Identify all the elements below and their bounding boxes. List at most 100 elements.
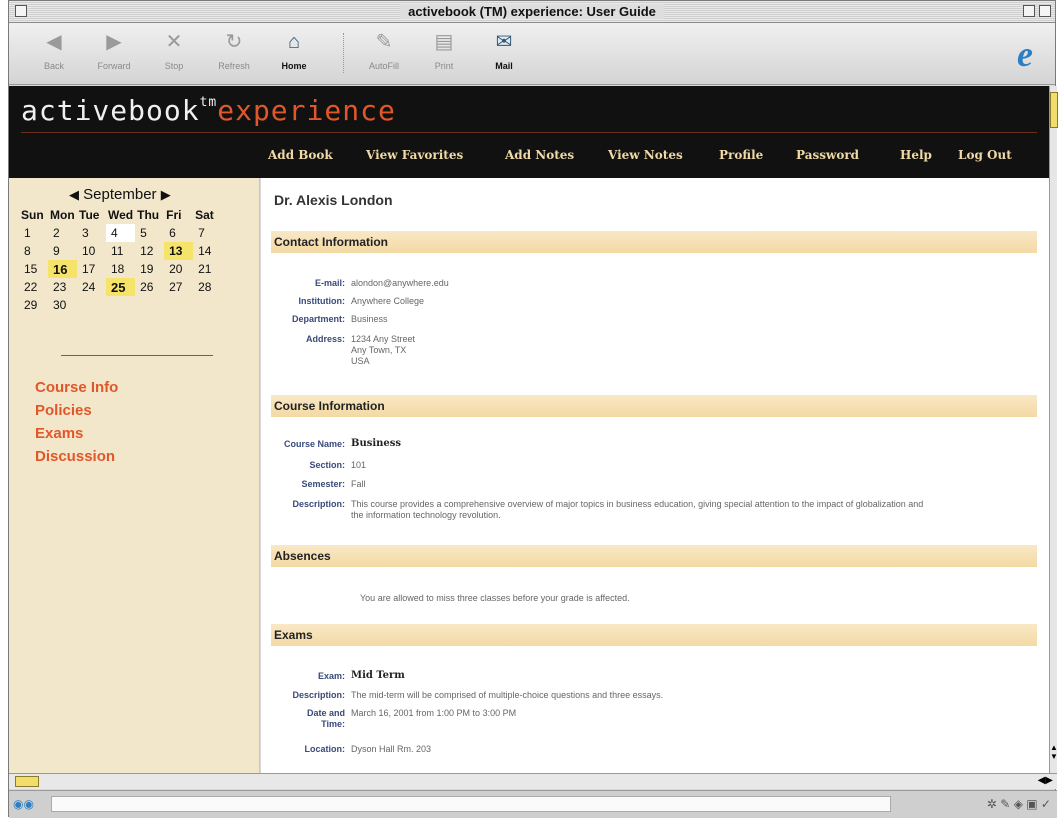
sidebar-link-policies[interactable]: Policies [35, 399, 118, 422]
calendar-day[interactable]: 30 [48, 296, 77, 314]
autofill-button[interactable]: ✎ AutoFill [355, 29, 413, 79]
refresh-button[interactable]: ↻ Refresh [205, 29, 263, 79]
forward-button[interactable]: ▶ Forward [85, 29, 143, 79]
site-header: activebooktmexperience Add Book View Fav… [9, 86, 1049, 178]
vertical-scroll-thumb[interactable] [1050, 92, 1058, 128]
calendar-day[interactable]: 25 [106, 278, 136, 296]
status-bar: ◉◉ ✲ ✎ ◈ ▣ ✓ [9, 790, 1057, 818]
title-bar[interactable]: activebook (TM) experience: User Guide [9, 1, 1055, 23]
nav-add-book[interactable]: Add Book [268, 148, 333, 162]
calendar-empty-cell [193, 296, 222, 314]
nav-profile[interactable]: Profile [719, 148, 763, 162]
calendar-day[interactable]: 4 [106, 224, 136, 242]
calendar-day[interactable]: 12 [135, 242, 164, 260]
calendar-weekday: Thu [137, 208, 160, 222]
calendar-day[interactable]: 7 [193, 224, 222, 242]
prev-month-icon[interactable]: ◀ [69, 187, 79, 202]
calendar-day[interactable]: 14 [193, 242, 222, 260]
calendar-day[interactable]: 3 [77, 224, 106, 242]
email-link[interactable]: alondon@anywhere.edu [351, 278, 449, 289]
calendar-day[interactable]: 24 [77, 278, 106, 296]
calendar-weekday: Mon [50, 208, 75, 222]
next-month-icon[interactable]: ▶ [161, 187, 171, 202]
calendar-day[interactable]: 17 [77, 260, 106, 278]
calendar-weekday: Sun [21, 208, 44, 222]
address-row: Address: 1234 Any Street Any Town, TX US… [305, 334, 416, 366]
browser-logo-icon: e [1017, 34, 1033, 74]
network-activity-icon: ◉◉ [13, 797, 34, 811]
calendar-day[interactable]: 19 [135, 260, 164, 278]
print-button[interactable]: ▤ Print [415, 29, 473, 79]
sidebar-link-discussion[interactable]: Discussion [35, 445, 118, 468]
calendar-day[interactable]: 29 [19, 296, 48, 314]
browser-window: activebook (TM) experience: User Guide ◀… [8, 0, 1058, 818]
home-button[interactable]: ⌂ Home [265, 29, 323, 79]
nav-view-notes[interactable]: View Notes [608, 148, 683, 162]
browser-toolbar: ◀ Back ▶ Forward ✕ Stop ↻ Refresh ⌂ Home… [9, 23, 1055, 85]
calendar-empty-cell [164, 296, 193, 314]
vertical-scrollbar[interactable]: ▲ ▼ [1049, 86, 1058, 773]
calendar-day[interactable]: 9 [48, 242, 77, 260]
absences-text: You are allowed to miss three classes be… [360, 593, 630, 603]
nav-help[interactable]: Help [900, 148, 932, 162]
exam-datetime-row: Date and Time: March 16, 2001 from 1:00 … [306, 708, 517, 729]
calendar-week: 29 30 [19, 296, 222, 314]
calendar-day[interactable]: 2 [48, 224, 77, 242]
horizontal-scroll-thumb[interactable] [15, 776, 39, 787]
calendar-weekdays: Sun Mon Tue Wed Thu Fri Sat [19, 206, 222, 224]
stop-button[interactable]: ✕ Stop [145, 29, 203, 79]
nav-add-notes[interactable]: Add Notes [505, 148, 574, 162]
section-row: Section: 101 [309, 460, 367, 470]
calendar-day[interactable]: 8 [19, 242, 48, 260]
toolbar-separator [343, 33, 344, 73]
autofill-icon: ✎ [375, 31, 393, 53]
calendar: Sun Mon Tue Wed Thu Fri Sat 1 2 3 4 5 6 7 8 9 10 11 12 13 1… [19, 206, 222, 314]
calendar-day[interactable]: 21 [193, 260, 222, 278]
calendar-day[interactable]: 5 [135, 224, 164, 242]
nav-view-favorites[interactable]: View Favorites [366, 148, 463, 162]
calendar-day[interactable]: 20 [164, 260, 193, 278]
horizontal-scrollbar[interactable]: ◀▶ [9, 773, 1057, 789]
absences-section-header: Absences [271, 545, 1037, 567]
calendar-day[interactable]: 1 [19, 224, 48, 242]
sidebar-links: Course Info Policies Exams Discussion [35, 376, 118, 468]
exam-row: Exam: Mid Term [317, 670, 405, 681]
sidebar-link-exams[interactable]: Exams [35, 422, 118, 445]
calendar-month: September [83, 186, 157, 203]
calendar-day[interactable]: 11 [106, 242, 135, 260]
zoom-box[interactable] [1023, 5, 1035, 17]
window-title: activebook (TM) experience: User Guide [9, 4, 1055, 19]
refresh-icon: ↻ [225, 31, 243, 53]
calendar-day[interactable]: 26 [135, 278, 164, 296]
collapse-box[interactable] [1039, 5, 1051, 17]
calendar-day[interactable]: 18 [106, 260, 135, 278]
calendar-day[interactable]: 13 [164, 242, 194, 260]
calendar-empty-cell [77, 296, 106, 314]
calendar-week: 1234567 [19, 224, 222, 242]
calendar-day[interactable]: 10 [77, 242, 106, 260]
home-icon: ⌂ [287, 31, 301, 53]
sidebar-link-course-info[interactable]: Course Info [35, 376, 118, 399]
print-icon: ▤ [434, 31, 454, 53]
course-name-row: Course Name: Business [283, 438, 402, 449]
nav-password[interactable]: Password [796, 148, 859, 162]
calendar-day[interactable]: 28 [193, 278, 222, 296]
calendar-days: 1 2 3 4 5 6 7 8 9 10 11 12 13 14 15 16 17 18 19 20 21 22 23 24 2… [19, 224, 222, 314]
site-logo[interactable]: activebooktmexperience [21, 94, 396, 127]
exam-location-row: Location: Dyson Hall Rm. 203 [304, 744, 432, 754]
calendar-day[interactable]: 16 [48, 260, 77, 278]
calendar-day[interactable]: 27 [164, 278, 193, 296]
calendar-day[interactable]: 15 [19, 260, 48, 278]
email-row: E-mail: alondon@anywhere.edu [314, 278, 449, 289]
calendar-weekday: Fri [166, 208, 182, 222]
calendar-day[interactable]: 22 [19, 278, 48, 296]
horizontal-scroll-arrows[interactable]: ◀▶ [1038, 775, 1053, 786]
mail-button[interactable]: ✉ Mail [475, 29, 533, 79]
vertical-scroll-arrows[interactable]: ▲ ▼ [1050, 743, 1058, 771]
calendar-day[interactable]: 23 [48, 278, 77, 296]
exams-section-header: Exams [271, 624, 1037, 646]
nav-log-out[interactable]: Log Out [958, 148, 1012, 162]
exam-description-row: Description: The mid-term will be compri… [292, 690, 664, 700]
back-button[interactable]: ◀ Back [25, 29, 83, 79]
calendar-day[interactable]: 6 [164, 224, 193, 242]
